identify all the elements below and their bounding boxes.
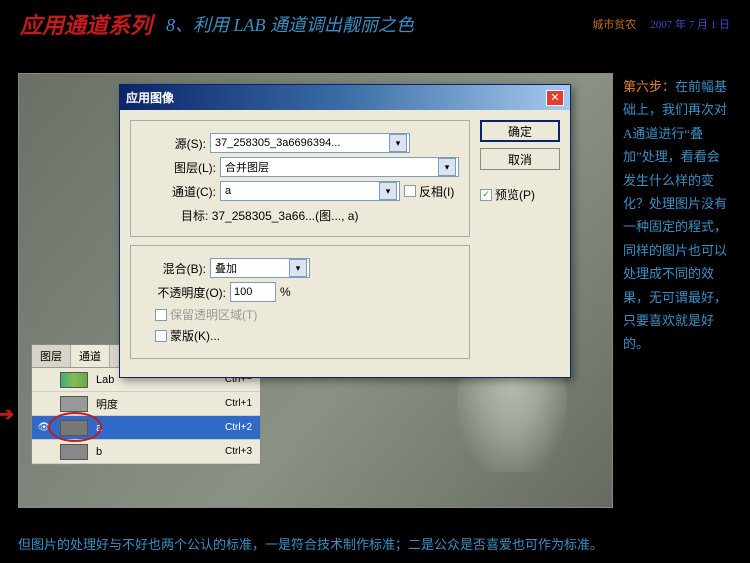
close-button[interactable]: ✕ xyxy=(546,90,564,106)
author-name: 城市贫农 xyxy=(592,16,636,32)
blend-dropdown[interactable]: 叠加 xyxy=(210,258,310,278)
checkbox-icon xyxy=(404,185,416,197)
publish-date: 2007 年 7 月 1 日 xyxy=(650,16,730,32)
layer-label: 图层(L): xyxy=(141,159,216,176)
layer-dropdown[interactable]: 合并图层 xyxy=(220,157,459,177)
source-dropdown[interactable]: 37_258305_3a6696394... xyxy=(210,133,410,153)
preview-checkbox[interactable]: 预览(P) xyxy=(480,186,560,203)
dialog-titlebar[interactable]: 应用图像 ✕ xyxy=(120,85,570,110)
mask-checkbox[interactable]: 蒙版(K)... xyxy=(155,327,220,344)
preserve-label: 保留透明区域(T) xyxy=(170,306,257,323)
mask-label: 蒙版(K)... xyxy=(170,327,220,344)
instruction-sidebar: 第六步：在前幅基础上，我们再次对A通道进行“叠加”处理，看看会发生什么样的变化？… xyxy=(623,73,732,508)
dialog-title: 应用图像 xyxy=(126,89,546,106)
opacity-input[interactable] xyxy=(230,282,276,302)
apply-image-dialog: 应用图像 ✕ 源(S): 37_258305_3a6696394... 图层(L… xyxy=(119,84,571,378)
tab-layers[interactable]: 图层 xyxy=(32,345,71,367)
channel-thumb xyxy=(60,372,88,388)
channel-shortcut: Ctrl+3 xyxy=(210,446,260,457)
channel-row-b[interactable]: b Ctrl+3 xyxy=(32,440,260,464)
channel-thumb xyxy=(60,420,88,436)
image-canvas: ➔ 图层 通道 Lab Ctrl+~ 明度 Ctrl+1 👁 xyxy=(18,73,613,508)
channel-dropdown[interactable]: a xyxy=(220,181,400,201)
channel-shortcut: Ctrl+1 xyxy=(210,398,260,409)
footer-note: 但图片的处理好与不好也两个公认的标准，一是符合技术制作标准；二是公众是否喜爱也可… xyxy=(18,534,603,553)
series-title: 应用通道系列 xyxy=(20,8,152,40)
pointer-arrow-icon: ➔ xyxy=(0,404,14,425)
preview-label: 预览(P) xyxy=(495,186,535,203)
step-title: 第六步： xyxy=(623,79,675,94)
channel-name: b xyxy=(92,446,210,458)
visibility-icon[interactable] xyxy=(35,395,53,413)
blend-fieldset: 混合(B): 叠加 不透明度(O): % 保留透明区域(T) xyxy=(130,245,470,359)
checkbox-icon xyxy=(480,189,492,201)
cancel-button[interactable]: 取消 xyxy=(480,148,560,170)
source-fieldset: 源(S): 37_258305_3a6696394... 图层(L): 合并图层… xyxy=(130,120,470,237)
invert-checkbox[interactable]: 反相(I) xyxy=(404,183,454,200)
blend-label: 混合(B): xyxy=(141,260,206,277)
opacity-pct: % xyxy=(280,285,291,299)
lesson-title: 8、利用 LAB 通道调出靓丽之色 xyxy=(166,11,414,37)
channel-thumb xyxy=(60,396,88,412)
invert-label: 反相(I) xyxy=(419,183,454,200)
preserve-transparency-checkbox: 保留透明区域(T) xyxy=(155,306,257,323)
channel-name: 明度 xyxy=(92,396,210,412)
checkbox-icon xyxy=(155,330,167,342)
step-text: 在前幅基础上，我们再次对A通道进行“叠加”处理，看看会发生什么样的变化？处理图片… xyxy=(623,79,727,351)
opacity-label: 不透明度(O): xyxy=(141,284,226,301)
channel-shortcut: Ctrl+2 xyxy=(210,422,260,433)
channel-row-a[interactable]: 👁 a Ctrl+2 xyxy=(32,416,260,440)
channel-name: a xyxy=(92,422,210,434)
channel-row-lightness[interactable]: 明度 Ctrl+1 xyxy=(32,392,260,416)
visibility-icon[interactable]: 👁 xyxy=(35,419,53,437)
ok-button[interactable]: 确定 xyxy=(480,120,560,142)
visibility-icon[interactable] xyxy=(35,443,53,461)
tutorial-header: 应用通道系列 8、利用 LAB 通道调出靓丽之色 城市贫农 2007 年 7 月… xyxy=(0,0,750,48)
target-label: 目标: xyxy=(181,209,208,223)
channel-label: 通道(C): xyxy=(141,183,216,200)
channel-thumb xyxy=(60,444,88,460)
checkbox-icon xyxy=(155,309,167,321)
visibility-icon[interactable] xyxy=(35,371,53,389)
target-value: 37_258305_3a66...(图..., a) xyxy=(212,209,359,223)
source-label: 源(S): xyxy=(141,135,206,152)
tab-channels[interactable]: 通道 xyxy=(71,345,110,367)
